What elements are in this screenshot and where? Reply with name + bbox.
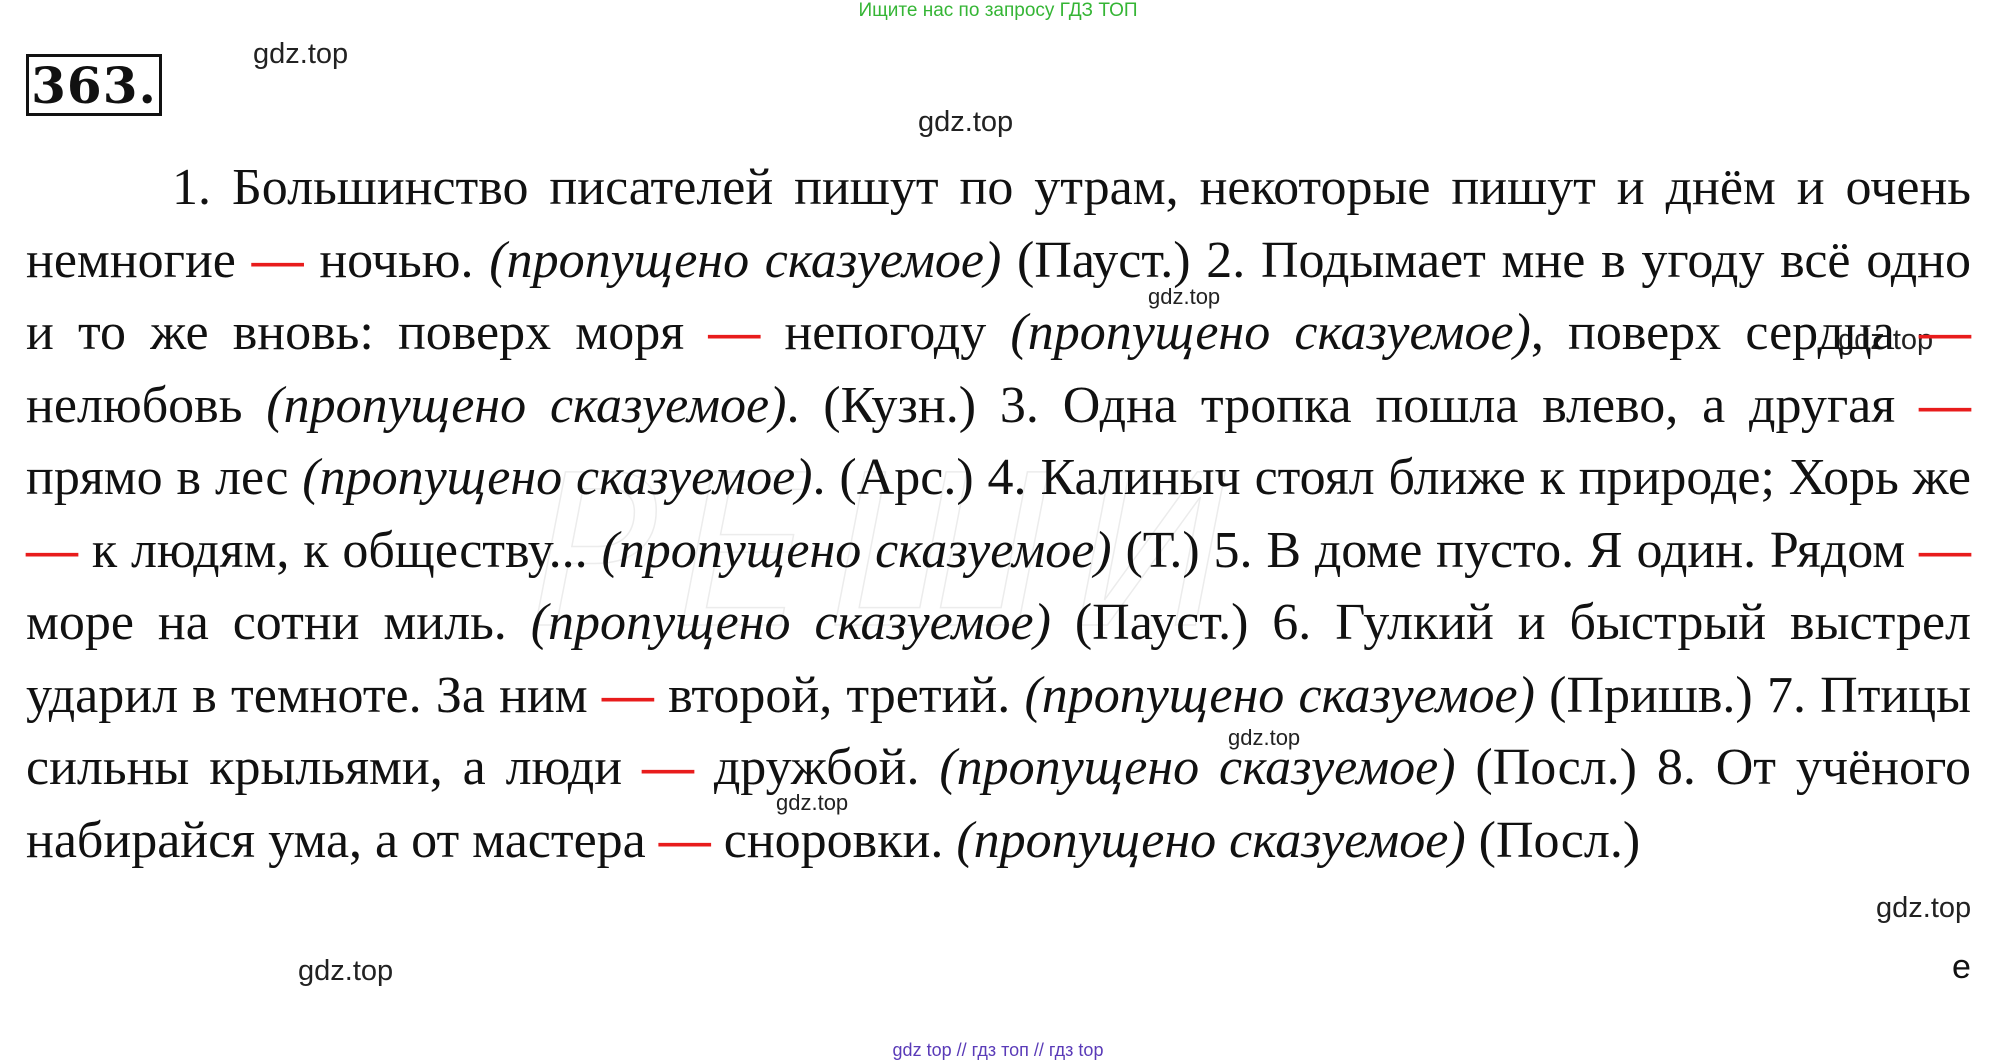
watermark: gdz.top: [918, 106, 1014, 138]
omission-note: (пропущено сказуемое): [530, 594, 1051, 651]
dash-mark: —: [1919, 376, 1972, 434]
dash-mark: —: [1919, 521, 1971, 579]
text-run: непогоду: [760, 304, 1011, 361]
omission-note: (пропущено сказуемое): [489, 231, 1002, 289]
text-run: второй, третий.: [653, 666, 1025, 724]
dash-mark: —: [708, 304, 761, 361]
dash-mark: —: [1919, 304, 1972, 361]
omission-note: (пропущено сказуемое): [1024, 666, 1535, 724]
dash-mark: —: [251, 231, 304, 289]
bottom-footer: gdz top // гдз топ // гдз top: [892, 1040, 1104, 1060]
dash-mark: —: [601, 666, 654, 724]
text-run: , поверх сердца: [1530, 304, 1920, 361]
text-run: (Посл.): [1465, 811, 1641, 869]
watermark: gdz.top: [298, 955, 394, 987]
dash-mark: —: [641, 739, 694, 796]
text-run: ночью.: [303, 231, 490, 289]
text-run: . (Кузн.) 3. Одна тропка пошла влево, а …: [786, 376, 1920, 434]
text-run: . (Арс.) 4. Калиныч стоял ближе к природ…: [812, 449, 1972, 506]
omission-note: (пропущено сказуемое): [601, 521, 1112, 579]
omission-note: (пропущено сказуемое): [1010, 304, 1531, 361]
top-banner: Ищите нас по запросу ГДЗ ТОП: [858, 0, 1138, 21]
text-run: прямо в лес: [26, 449, 303, 506]
omission-note: (пропущено сказуемое): [302, 449, 813, 506]
task-number: 363.: [26, 54, 162, 116]
watermark: gdz.top: [253, 38, 349, 70]
exercise-text: 1. Большинство писателей пишут по утрам,…: [26, 152, 1971, 877]
dash-mark: —: [658, 811, 711, 869]
text-run: (Т.) 5. В доме пусто. Я один. Рядом: [1111, 521, 1919, 579]
watermark: gdz.top: [1876, 892, 1972, 924]
corner-letter: e: [1952, 948, 1971, 986]
dash-mark: —: [26, 521, 78, 579]
text-run: сноровки.: [710, 811, 957, 869]
omission-note: (пропущено сказуемое): [939, 739, 1456, 796]
omission-note: (пропущено сказуемое): [266, 376, 787, 434]
omission-note: (пропущено сказуемое): [956, 811, 1466, 869]
text-run: нелюбовь: [26, 376, 267, 434]
text-run: к людям, к обществу...: [78, 521, 602, 579]
text-run: дружбой.: [693, 739, 940, 796]
text-run: море на сотни миль.: [26, 594, 531, 651]
